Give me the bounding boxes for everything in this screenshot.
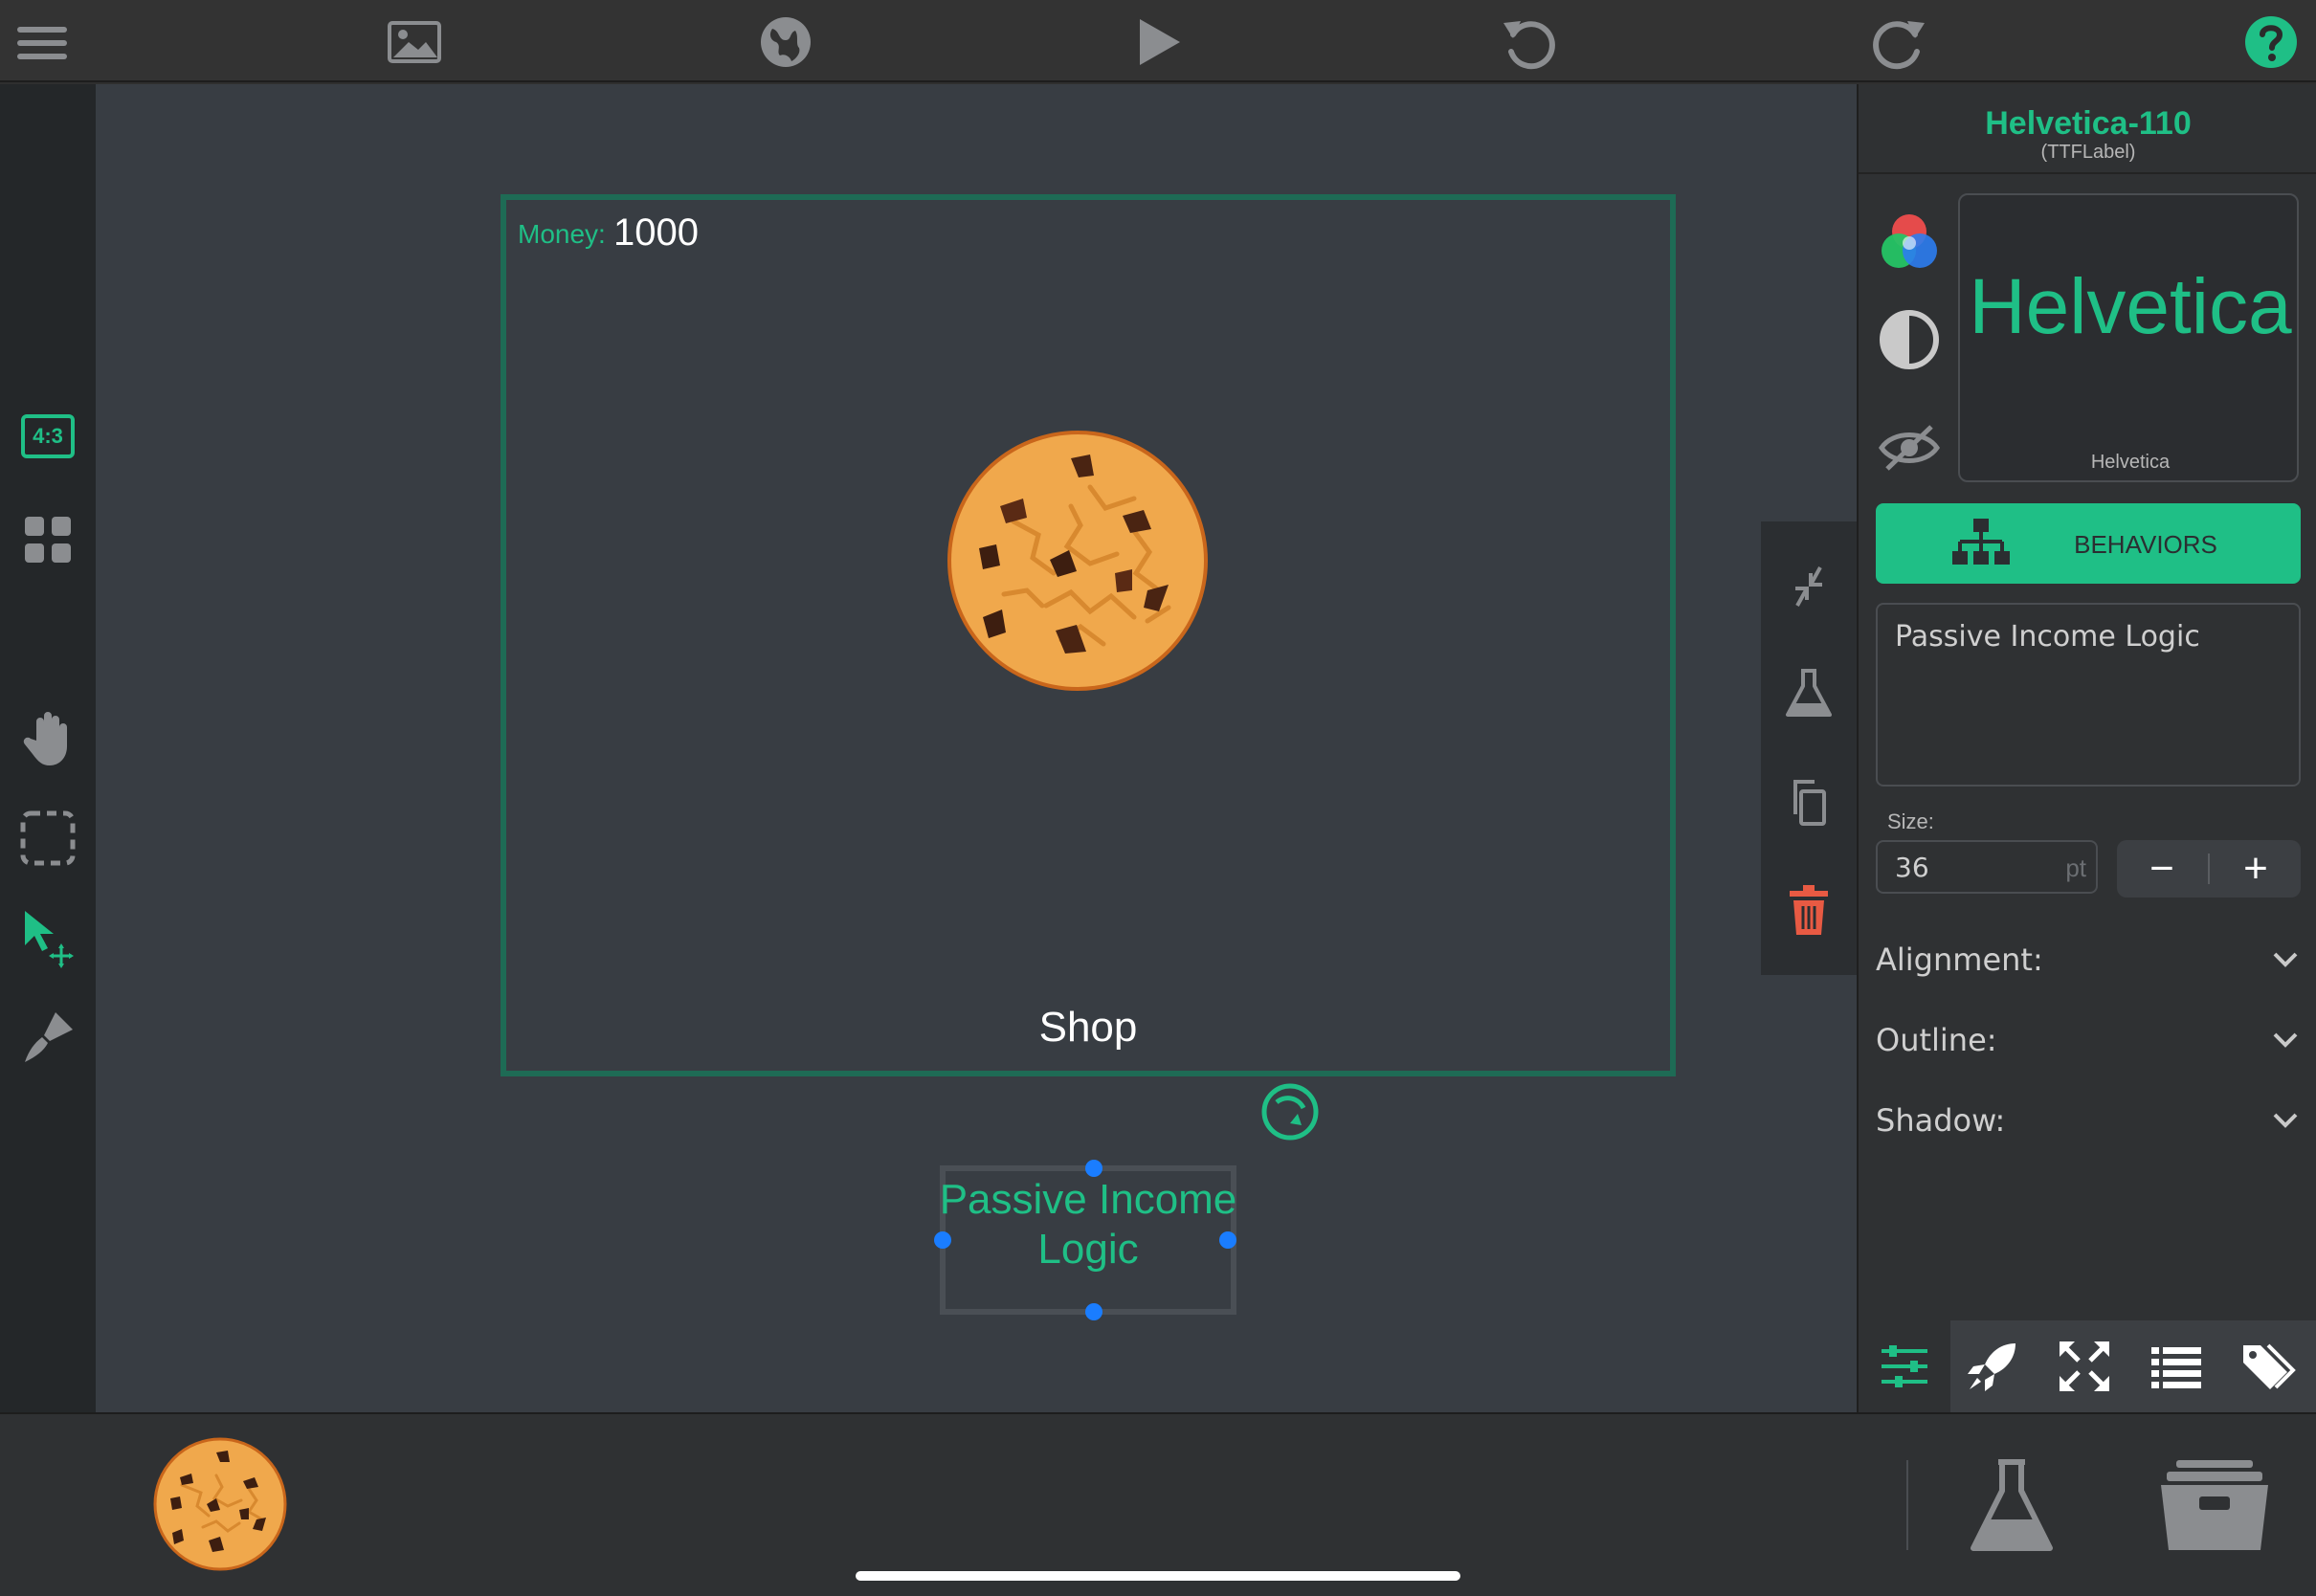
dock-divider	[1906, 1460, 1908, 1550]
selected-label-box[interactable]: Passive Income Logic	[934, 1160, 1236, 1320]
opacity-icon[interactable]	[1876, 306, 1943, 373]
label-text-input[interactable]: Passive Income Logic	[1876, 603, 2301, 787]
chevron-down-icon	[2273, 1113, 2298, 1128]
background-image-button[interactable]	[380, 8, 449, 77]
collapse-button[interactable]	[1778, 556, 1839, 617]
play-button[interactable]	[1123, 8, 1191, 77]
outline-row[interactable]: Outline:	[1876, 1016, 2301, 1062]
font-preview-text: Helvetica	[1969, 263, 2292, 350]
money-value[interactable]: 1000	[613, 211, 699, 255]
size-value: 36	[1895, 852, 1929, 883]
tab-properties[interactable]	[1859, 1320, 1950, 1412]
resize-handle-right[interactable]	[1219, 1231, 1236, 1249]
menu-icon	[17, 27, 67, 59]
collapse-icon	[1795, 566, 1822, 607]
menu-button[interactable]	[8, 8, 77, 77]
shop-label[interactable]: Shop	[506, 1004, 1670, 1052]
resize-handle-left[interactable]	[934, 1231, 951, 1249]
undo-icon	[1503, 21, 1555, 70]
visibility-off-icon[interactable]	[1876, 413, 1943, 480]
resize-handle-top[interactable]	[1085, 1160, 1102, 1177]
size-unit: pt	[2065, 853, 2086, 882]
shadow-label: Shadow:	[1876, 1102, 2006, 1139]
aspect-ratio-label: 4:3	[33, 424, 63, 448]
help-icon	[2245, 16, 2297, 68]
chevron-down-icon	[2273, 1032, 2298, 1048]
rocket-icon[interactable]	[1964, 1338, 2021, 1395]
play-icon	[1140, 19, 1180, 65]
archive-icon[interactable]	[2157, 1458, 2272, 1554]
panel-divider	[1859, 172, 2316, 174]
scene-frame[interactable]: Money: 1000 Shop	[501, 194, 1676, 1076]
aspect-ratio-button[interactable]: 4:3	[13, 402, 82, 471]
label-text-value: Passive Income Logic	[1895, 620, 2200, 654]
marquee-select-icon	[20, 810, 76, 866]
undo-button[interactable]	[1494, 8, 1563, 77]
size-label: Size:	[1887, 809, 1934, 833]
size-stepper: − +	[2117, 840, 2301, 898]
copy-icon	[1793, 780, 1826, 826]
grid-icon	[25, 517, 71, 563]
pointer-move-icon	[25, 911, 74, 968]
size-decrement-button[interactable]: −	[2117, 840, 2207, 898]
redo-button[interactable]	[1865, 8, 1934, 77]
selected-label-text[interactable]: Passive Income Logic	[936, 1175, 1240, 1275]
test-button[interactable]	[1778, 663, 1839, 724]
help-button[interactable]	[2237, 8, 2305, 77]
paint-button[interactable]	[13, 1003, 82, 1072]
duplicate-button[interactable]	[1778, 772, 1839, 833]
hand-icon	[23, 712, 67, 765]
trash-icon	[1790, 885, 1828, 935]
flask-icon[interactable]	[1966, 1458, 2058, 1554]
redo-icon	[1873, 21, 1925, 70]
editor-canvas[interactable]: Money: 1000 Shop Passive Income Logic	[96, 84, 1857, 1412]
size-increment-button[interactable]: +	[2211, 840, 2301, 898]
money-label[interactable]: Money:	[518, 219, 606, 250]
font-preview[interactable]: Helvetica Helvetica	[1958, 193, 2299, 482]
sliders-icon	[1882, 1345, 1927, 1387]
behaviors-button[interactable]: BEHAVIORS	[1876, 503, 2301, 584]
list-icon[interactable]	[2148, 1338, 2205, 1395]
rotate-handle-icon[interactable]	[1259, 1081, 1321, 1142]
font-preview-name: Helvetica	[2090, 452, 2171, 473]
globe-icon	[761, 17, 811, 67]
top-toolbar	[0, 0, 2316, 82]
asset-dock	[0, 1412, 2316, 1596]
home-indicator[interactable]	[856, 1571, 1460, 1581]
world-button[interactable]	[751, 8, 820, 77]
alignment-row[interactable]: Alignment:	[1876, 936, 2301, 982]
behaviors-label: BEHAVIORS	[2074, 530, 2217, 559]
cookie-sprite[interactable]	[946, 430, 1209, 692]
paint-brush-icon	[25, 1012, 73, 1062]
app-root: 4:3 Money: 1000 Shop Passive Income Logi…	[0, 0, 2316, 1596]
object-type: (TTFLabel)	[2040, 142, 2136, 163]
grid-button[interactable]	[13, 505, 82, 574]
tab-group	[1950, 1320, 2316, 1412]
pan-tool-button[interactable]	[13, 704, 82, 773]
select-move-button[interactable]	[13, 903, 82, 972]
delete-button[interactable]	[1778, 879, 1839, 941]
image-icon	[388, 21, 441, 63]
object-tool-column	[1761, 521, 1857, 975]
expand-icon[interactable]	[2056, 1338, 2113, 1395]
flask-icon	[1786, 669, 1832, 717]
chevron-down-icon	[2273, 952, 2298, 967]
alignment-label: Alignment:	[1876, 942, 2043, 978]
size-input[interactable]: 36 pt	[1876, 840, 2098, 894]
tag-icon[interactable]	[2239, 1338, 2297, 1395]
object-name: Helvetica-110	[1985, 105, 2192, 142]
outline-label: Outline:	[1876, 1022, 1997, 1058]
color-icon[interactable]	[1876, 209, 1943, 276]
aspect-ratio-icon: 4:3	[21, 414, 75, 458]
selected-label-line1: Passive Income	[939, 1176, 1237, 1223]
cookie-asset-thumbnail[interactable]	[153, 1437, 287, 1571]
shadow-row[interactable]: Shadow:	[1876, 1097, 2301, 1142]
marquee-select-button[interactable]	[13, 804, 82, 873]
left-tool-rail: 4:3	[0, 84, 96, 1412]
resize-handle-bottom[interactable]	[1085, 1303, 1102, 1320]
inspector-tab-bar	[1859, 1320, 2316, 1412]
stepper-divider	[2208, 853, 2210, 884]
selected-label-line2: Logic	[1037, 1226, 1139, 1273]
inspector-panel: Helvetica-110 (TTFLabel) Helvetica Helve…	[1857, 84, 2316, 1412]
